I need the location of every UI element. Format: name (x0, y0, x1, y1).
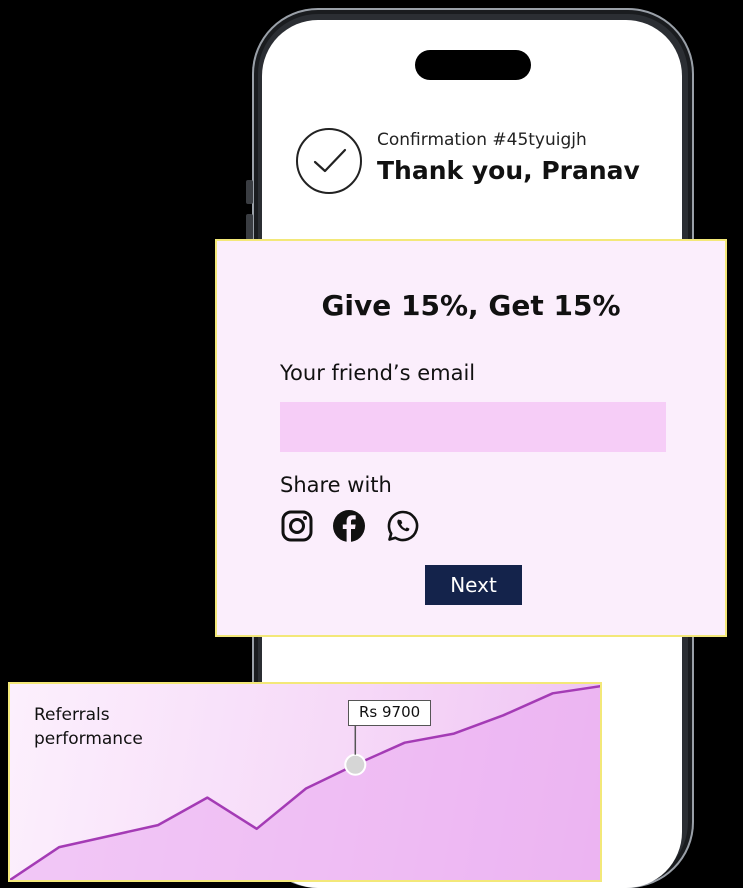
confirmation-number: Confirmation #45tyuigjh (377, 130, 587, 150)
confirmation-header: Confirmation #45tyuigjh Thank you, Prana… (296, 126, 676, 206)
dynamic-island (415, 50, 531, 80)
share-label: Share with (280, 473, 392, 497)
referrals-performance-card: Referrals performance Rs 9700 (8, 682, 602, 882)
phone-side-button (246, 214, 253, 240)
referral-card: Give 15%, Get 15% Your friend’s email Sh… (215, 239, 727, 637)
performance-marker (344, 753, 367, 776)
performance-tooltip: Rs 9700 (348, 700, 432, 726)
email-label: Your friend’s email (280, 361, 476, 385)
instagram-icon[interactable] (280, 509, 314, 543)
friend-email-input[interactable] (280, 402, 666, 452)
whatsapp-icon[interactable] (386, 509, 420, 543)
thank-you-heading: Thank you, Pranav (377, 156, 640, 185)
performance-label: Referrals performance (34, 705, 143, 749)
facebook-icon[interactable] (332, 509, 366, 543)
checkmark-icon (296, 128, 362, 194)
phone-side-button (246, 180, 253, 204)
referral-title: Give 15%, Get 15% (321, 289, 621, 322)
next-button[interactable]: Next (425, 565, 522, 605)
